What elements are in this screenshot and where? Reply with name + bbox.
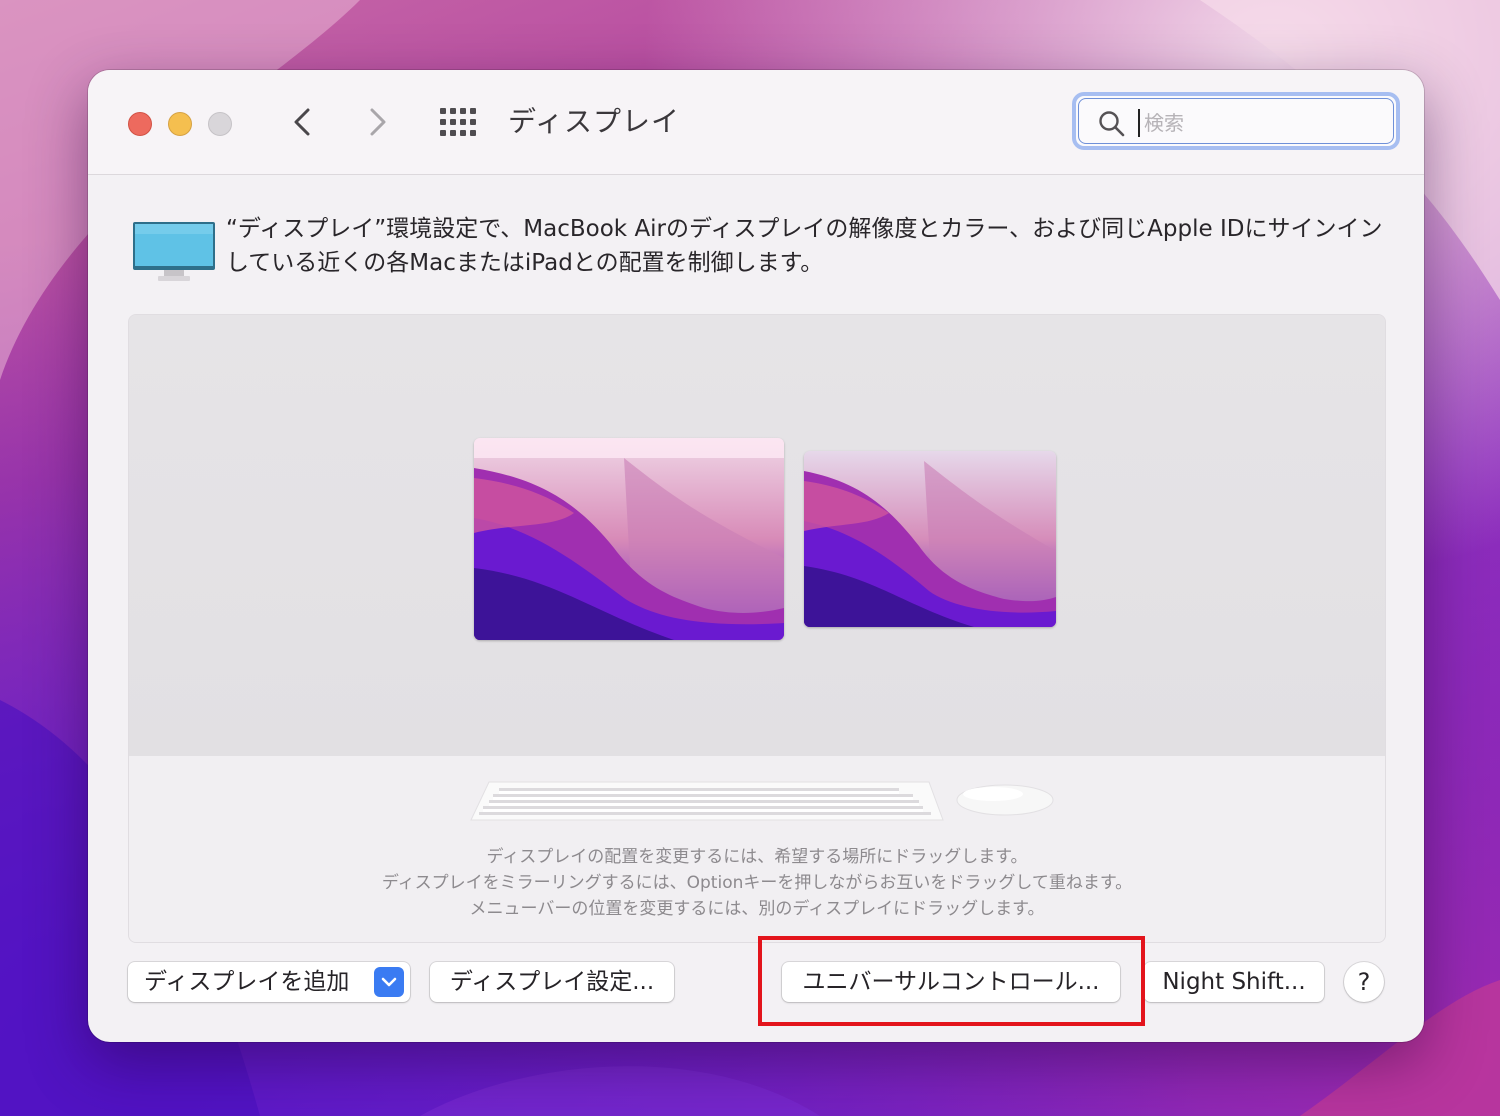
forward-button[interactable]: [358, 100, 398, 144]
hint-menubar: メニューバーの位置を変更するには、別のディスプレイにドラッグします。: [469, 899, 1045, 919]
menu-bar-indicator[interactable]: [474, 438, 784, 458]
title-bar: ディスプレイ: [88, 70, 1424, 175]
pane-description: “ディスプレイ”環境設定で、MacBook Airのディスプレイの解像度とカラー…: [226, 216, 1383, 276]
add-display-popup-button[interactable]: ディスプレイを追加: [128, 962, 410, 1002]
back-button[interactable]: [284, 100, 324, 144]
chevron-right-icon: [370, 108, 386, 136]
arrangement-canvas: [129, 315, 1385, 757]
search-icon: [1099, 111, 1125, 137]
chevron-left-icon: [294, 108, 310, 136]
close-button[interactable]: [128, 112, 152, 136]
zoom-button[interactable]: [208, 112, 232, 136]
minimize-button[interactable]: [168, 112, 192, 136]
keyboard-icon: [470, 781, 944, 821]
hint-mirror: ディスプレイをミラーリングするには、Optionキーを押しながらお互いをドラッグ…: [381, 873, 1133, 893]
window-title: ディスプレイ: [508, 105, 681, 138]
show-all-grid-button[interactable]: [440, 108, 478, 136]
main-display-thumbnail[interactable]: [474, 438, 784, 640]
text-caret: [1138, 109, 1140, 137]
wallpaper-thumbnail: [804, 451, 1056, 627]
add-display-label: ディスプレイを追加: [144, 969, 350, 995]
display-preferences-window: ディスプレイ “ディスプレイ”環境設定で、MacBook Airのディスプレイの…: [88, 70, 1424, 1042]
wallpaper-thumbnail: [474, 438, 784, 640]
secondary-display-thumbnail[interactable]: [804, 451, 1056, 627]
display-arrangement-area: ディスプレイの配置を変更するには、希望する場所にドラッグします。 ディスプレイを…: [128, 314, 1386, 943]
hint-arrange: ディスプレイの配置を変更するには、希望する場所にドラッグします。: [486, 847, 1028, 867]
chevron-down-icon: [381, 977, 397, 987]
monitor-icon: [133, 222, 215, 281]
search-input[interactable]: [1142, 106, 1376, 140]
help-button[interactable]: ?: [1344, 962, 1384, 1002]
night-shift-button[interactable]: Night Shift...: [1144, 962, 1324, 1002]
arrangement-help-area: ディスプレイの配置を変更するには、希望する場所にドラッグします。 ディスプレイを…: [129, 756, 1385, 942]
display-settings-button[interactable]: ディスプレイ設定...: [430, 962, 674, 1002]
popup-chevron[interactable]: [374, 967, 404, 997]
grid-icon: [440, 108, 476, 136]
annotation-highlight-box: [758, 936, 1145, 1026]
search-field[interactable]: [1072, 92, 1400, 150]
mouse-icon: [956, 784, 1054, 816]
